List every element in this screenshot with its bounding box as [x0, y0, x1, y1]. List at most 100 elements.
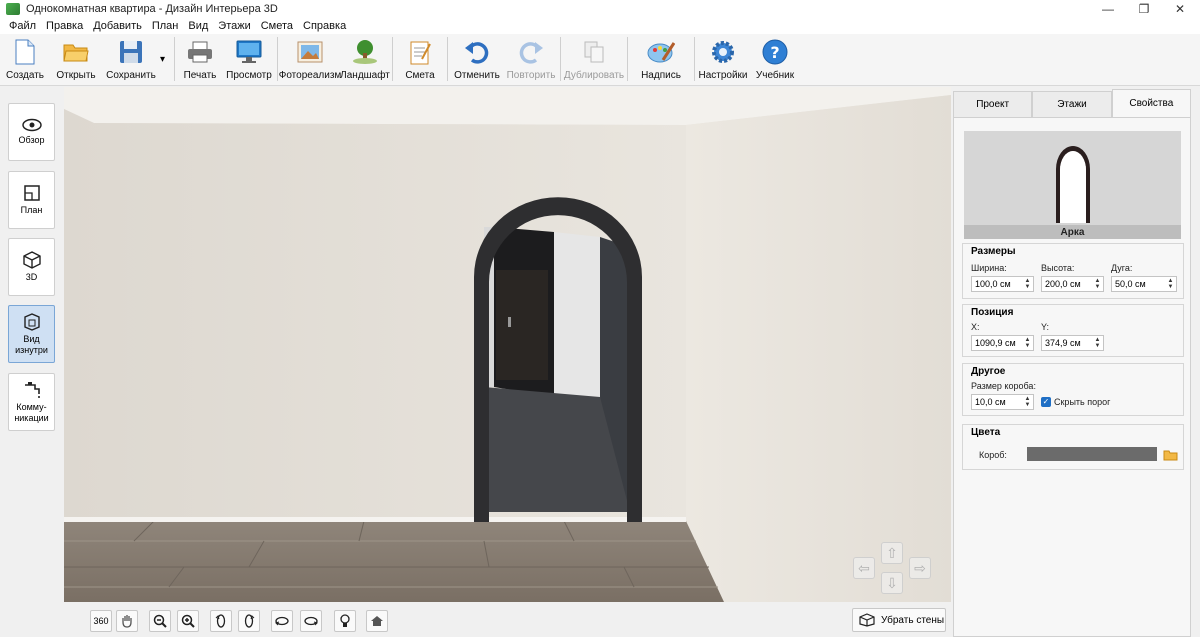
- faucet-icon: [24, 381, 40, 398]
- nav-right-arrow[interactable]: ⇨: [909, 557, 931, 579]
- maximize-button[interactable]: ❐: [1126, 0, 1162, 18]
- save-dropdown-arrow[interactable]: ▾: [160, 34, 172, 65]
- paint-palette-icon: [646, 38, 676, 66]
- height-field[interactable]: 200,0 см ▲ ▼: [1041, 276, 1104, 292]
- rotate-right-icon: [244, 614, 255, 628]
- frame-size-field[interactable]: 10,0 см ▲ ▼: [971, 394, 1034, 410]
- zoom-in-button[interactable]: [177, 610, 199, 632]
- object-preview: Арка: [964, 131, 1181, 239]
- room-scene: [64, 87, 951, 602]
- y-spinner-arrows[interactable]: ▲ ▼: [1094, 337, 1101, 349]
- home-view-button[interactable]: [366, 610, 388, 632]
- minimize-button[interactable]: —: [1090, 0, 1126, 18]
- light-button[interactable]: [334, 610, 356, 632]
- folder-icon[interactable]: [1163, 449, 1179, 461]
- frame-size-spinner-arrows[interactable]: ▲ ▼: [1024, 396, 1031, 408]
- settings-button[interactable]: Настройки: [697, 34, 749, 84]
- photorealism-button[interactable]: Фотореализм: [279, 34, 341, 84]
- nav-left-arrow[interactable]: ⇦: [853, 557, 875, 579]
- width-spinner-arrows[interactable]: ▲ ▼: [1024, 278, 1031, 290]
- toolbar-separator: [560, 37, 561, 81]
- cube-icon: [22, 251, 41, 269]
- remove-walls-button[interactable]: Убрать стены: [852, 608, 946, 632]
- rotate-left-button[interactable]: [210, 610, 232, 632]
- redo-button[interactable]: Повторить: [504, 34, 558, 84]
- label-button[interactable]: Надпись: [630, 34, 692, 84]
- printer-icon: [185, 38, 215, 66]
- tilt-down-icon: [304, 616, 318, 626]
- panel-tabs: Проект Этажи Свойства: [953, 89, 1191, 117]
- nav-up-arrow[interactable]: ⇧: [881, 542, 903, 564]
- hide-threshold-label: Скрыть порог: [1054, 397, 1111, 407]
- window-title: Однокомнатная квартира - Дизайн Интерьер…: [26, 3, 278, 15]
- zoom-out-button[interactable]: [149, 610, 171, 632]
- light-bulb-icon: [340, 614, 350, 627]
- menu-edit[interactable]: Правка: [41, 20, 88, 32]
- bottom-toolbar: 360 Убрать стены: [64, 602, 951, 637]
- menu-plan[interactable]: План: [147, 20, 184, 32]
- tab-properties[interactable]: Свойства: [1111, 89, 1191, 117]
- sidebar-item-plan[interactable]: План: [8, 171, 55, 229]
- tilt-up-button[interactable]: [271, 610, 293, 632]
- x-label: X:: [971, 322, 980, 332]
- picture-icon: [295, 38, 325, 66]
- menu-floors[interactable]: Этажи: [213, 20, 255, 32]
- undo-button[interactable]: Отменить: [450, 34, 504, 84]
- toolbar-separator: [447, 37, 448, 81]
- frame-color-swatch[interactable]: [1027, 447, 1157, 461]
- sidebar-item-inside-view[interactable]: Вид изнутри: [8, 305, 55, 363]
- sidebar-item-3d[interactable]: 3D: [8, 238, 55, 296]
- tree-icon: [350, 38, 380, 66]
- tutorial-button[interactable]: ? Учебник: [749, 34, 801, 84]
- arc-field[interactable]: 50,0 см ▲ ▼: [1111, 276, 1177, 292]
- undo-icon: [462, 38, 492, 66]
- floppy-disk-icon: [116, 38, 146, 66]
- y-position-field[interactable]: 374,9 см ▲ ▼: [1041, 335, 1104, 351]
- menu-add[interactable]: Добавить: [88, 20, 147, 32]
- folder-icon: [61, 38, 91, 66]
- print-button[interactable]: Печать: [177, 34, 223, 84]
- close-button[interactable]: ✕: [1162, 0, 1198, 18]
- create-button[interactable]: Создать: [0, 34, 50, 84]
- x-position-field[interactable]: 1090,9 см ▲ ▼: [971, 335, 1034, 351]
- tab-floors[interactable]: Этажи: [1032, 91, 1112, 117]
- rotate-left-icon: [215, 614, 226, 628]
- monitor-icon: [234, 38, 264, 66]
- height-spinner-arrows[interactable]: ▲ ▼: [1094, 278, 1101, 290]
- preview-button[interactable]: Просмотр: [223, 34, 275, 84]
- 3d-viewport[interactable]: ⇧ ⇦ ⇨ ⇩: [64, 87, 951, 602]
- pan-hand-button[interactable]: [116, 610, 138, 632]
- menu-file[interactable]: Файл: [4, 20, 41, 32]
- width-field[interactable]: 100,0 см ▲ ▼: [971, 276, 1034, 292]
- zoom-in-icon: [181, 614, 195, 628]
- y-label: Y:: [1041, 322, 1050, 332]
- save-button[interactable]: Сохранить: [102, 34, 160, 84]
- menu-view[interactable]: Вид: [183, 20, 213, 32]
- x-spinner-arrows[interactable]: ▲ ▼: [1024, 337, 1031, 349]
- landscape-button[interactable]: Ландшафт: [340, 34, 390, 84]
- duplicate-button[interactable]: Дублировать: [563, 34, 625, 84]
- open-button[interactable]: Открыть: [50, 34, 102, 84]
- menu-help[interactable]: Справка: [298, 20, 351, 32]
- sidebar-item-overview[interactable]: Обзор: [8, 103, 55, 161]
- sidebar-item-utilities[interactable]: Комму- никации: [8, 373, 55, 431]
- floor-plan-icon: [23, 185, 40, 201]
- menu-estimate[interactable]: Смета: [256, 20, 298, 32]
- rotate-right-button[interactable]: [238, 610, 260, 632]
- tilt-down-button[interactable]: [300, 610, 322, 632]
- new-file-icon: [10, 38, 40, 66]
- position-title: Позиция: [971, 307, 1014, 318]
- arch-preview-image: [1056, 146, 1090, 223]
- remove-walls-icon: [859, 613, 875, 627]
- colors-group: Цвета Короб:: [962, 424, 1184, 470]
- rotate-360-button[interactable]: 360: [90, 610, 112, 632]
- arc-label: Дуга:: [1111, 263, 1133, 273]
- sizes-group: Размеры Ширина: 100,0 см ▲ ▼ Высота: 200,…: [962, 243, 1184, 299]
- frame-size-label: Размер короба:: [971, 381, 1036, 391]
- nav-down-arrow[interactable]: ⇩: [881, 572, 903, 594]
- estimate-button[interactable]: Смета: [395, 34, 445, 84]
- hide-threshold-checkbox[interactable]: ✓: [1041, 397, 1051, 407]
- tab-project[interactable]: Проект: [953, 91, 1033, 117]
- arc-spinner-arrows[interactable]: ▲ ▼: [1167, 278, 1174, 290]
- toolbar-separator: [174, 37, 175, 81]
